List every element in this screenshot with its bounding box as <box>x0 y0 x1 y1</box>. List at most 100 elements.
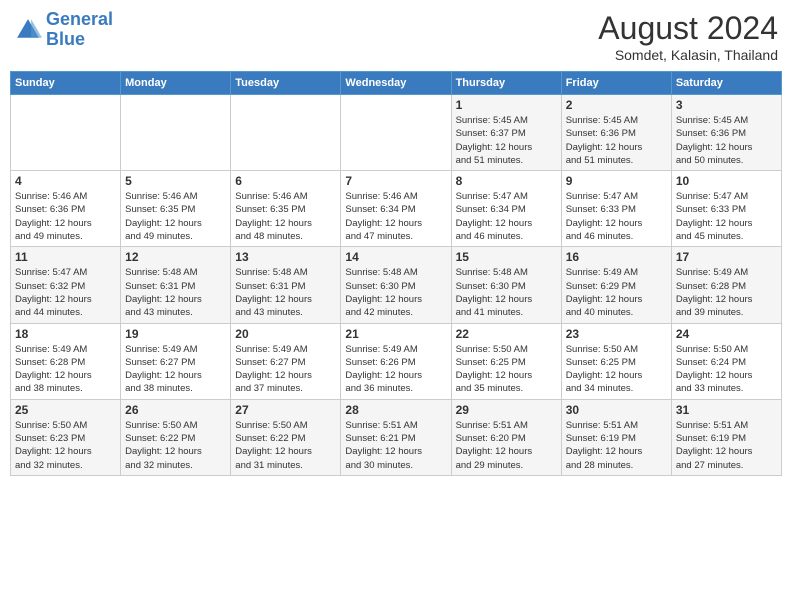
day-number: 7 <box>345 174 446 188</box>
calendar-cell: 16 Sunrise: 5:49 AM Sunset: 6:29 PM Dayli… <box>561 247 671 323</box>
day-number: 29 <box>456 403 557 417</box>
month-year: August 2024 <box>598 10 778 47</box>
calendar-cell: 24 Sunrise: 5:50 AM Sunset: 6:24 PM Dayli… <box>671 323 781 399</box>
day-of-week-header: Monday <box>121 72 231 95</box>
calendar-cell: 19Sunrise: 5:49 AM Sunset: 6:27 PM Dayli… <box>121 323 231 399</box>
calendar-cell <box>341 95 451 171</box>
day-info: Sunrise: 5:48 AM Sunset: 6:31 PM Dayligh… <box>235 266 336 319</box>
day-number: 12 <box>125 250 226 264</box>
day-info: Sunrise: 5:45 AM Sunset: 6:36 PM Dayligh… <box>566 114 667 167</box>
day-number: 3 <box>676 98 777 112</box>
day-number: 17 <box>676 250 777 264</box>
day-info: Sunrise: 5:50 AM Sunset: 6:23 PM Dayligh… <box>15 419 116 472</box>
day-number: 27 <box>235 403 336 417</box>
day-number: 20 <box>235 327 336 341</box>
days-of-week-row: SundayMondayTuesdayWednesdayThursdayFrid… <box>11 72 782 95</box>
day-number: 30 <box>566 403 667 417</box>
day-info: Sunrise: 5:47 AM Sunset: 6:33 PM Dayligh… <box>566 190 667 243</box>
day-number: 16 <box>566 250 667 264</box>
day-number: 14 <box>345 250 446 264</box>
day-info: Sunrise: 5:50 AM Sunset: 6:24 PM Dayligh… <box>676 343 777 396</box>
calendar-cell: 11 Sunrise: 5:47 AM Sunset: 6:32 PM Dayli… <box>11 247 121 323</box>
day-number: 23 <box>566 327 667 341</box>
calendar-cell: 2 Sunrise: 5:45 AM Sunset: 6:36 PM Daylig… <box>561 95 671 171</box>
day-number: 4 <box>15 174 116 188</box>
day-number: 25 <box>15 403 116 417</box>
day-number: 15 <box>456 250 557 264</box>
day-info: Sunrise: 5:50 AM Sunset: 6:22 PM Dayligh… <box>125 419 226 472</box>
day-number: 26 <box>125 403 226 417</box>
calendar-cell: 6Sunrise: 5:46 AM Sunset: 6:35 PM Daylig… <box>231 171 341 247</box>
day-number: 9 <box>566 174 667 188</box>
logo-line2: Blue <box>46 29 85 49</box>
day-info: Sunrise: 5:50 AM Sunset: 6:25 PM Dayligh… <box>566 343 667 396</box>
calendar-week-row: 25 Sunrise: 5:50 AM Sunset: 6:23 PM Dayli… <box>11 399 782 475</box>
day-of-week-header: Sunday <box>11 72 121 95</box>
day-number: 22 <box>456 327 557 341</box>
day-info: Sunrise: 5:50 AM Sunset: 6:25 PM Dayligh… <box>456 343 557 396</box>
day-info: Sunrise: 5:48 AM Sunset: 6:30 PM Dayligh… <box>345 266 446 319</box>
calendar-cell: 18Sunrise: 5:49 AM Sunset: 6:28 PM Dayli… <box>11 323 121 399</box>
day-info: Sunrise: 5:49 AM Sunset: 6:26 PM Dayligh… <box>345 343 446 396</box>
day-number: 19 <box>125 327 226 341</box>
calendar-cell: 23 Sunrise: 5:50 AM Sunset: 6:25 PM Dayli… <box>561 323 671 399</box>
day-info: Sunrise: 5:51 AM Sunset: 6:19 PM Dayligh… <box>566 419 667 472</box>
day-number: 2 <box>566 98 667 112</box>
calendar-cell <box>231 95 341 171</box>
calendar-cell: 26 Sunrise: 5:50 AM Sunset: 6:22 PM Dayli… <box>121 399 231 475</box>
location: Somdet, Kalasin, Thailand <box>598 47 778 63</box>
calendar-cell: 17 Sunrise: 5:49 AM Sunset: 6:28 PM Dayli… <box>671 247 781 323</box>
calendar-cell <box>121 95 231 171</box>
calendar-cell: 29 Sunrise: 5:51 AM Sunset: 6:20 PM Dayli… <box>451 399 561 475</box>
calendar-cell: 14 Sunrise: 5:48 AM Sunset: 6:30 PM Dayli… <box>341 247 451 323</box>
calendar-cell: 20Sunrise: 5:49 AM Sunset: 6:27 PM Dayli… <box>231 323 341 399</box>
calendar-cell: 12Sunrise: 5:48 AM Sunset: 6:31 PM Dayli… <box>121 247 231 323</box>
calendar-cell: 10 Sunrise: 5:47 AM Sunset: 6:33 PM Dayli… <box>671 171 781 247</box>
day-number: 28 <box>345 403 446 417</box>
logo-line1: General <box>46 9 113 29</box>
logo-text: General Blue <box>46 10 113 50</box>
calendar-week-row: 18Sunrise: 5:49 AM Sunset: 6:28 PM Dayli… <box>11 323 782 399</box>
calendar-cell: 9 Sunrise: 5:47 AM Sunset: 6:33 PM Daylig… <box>561 171 671 247</box>
day-info: Sunrise: 5:49 AM Sunset: 6:28 PM Dayligh… <box>676 266 777 319</box>
calendar-body: 1Sunrise: 5:45 AM Sunset: 6:37 PM Daylig… <box>11 95 782 476</box>
day-of-week-header: Saturday <box>671 72 781 95</box>
calendar-week-row: 4Sunrise: 5:46 AM Sunset: 6:36 PM Daylig… <box>11 171 782 247</box>
day-number: 5 <box>125 174 226 188</box>
day-info: Sunrise: 5:47 AM Sunset: 6:34 PM Dayligh… <box>456 190 557 243</box>
day-info: Sunrise: 5:49 AM Sunset: 6:29 PM Dayligh… <box>566 266 667 319</box>
calendar-cell: 4Sunrise: 5:46 AM Sunset: 6:36 PM Daylig… <box>11 171 121 247</box>
day-number: 10 <box>676 174 777 188</box>
day-info: Sunrise: 5:50 AM Sunset: 6:22 PM Dayligh… <box>235 419 336 472</box>
day-of-week-header: Thursday <box>451 72 561 95</box>
calendar-cell: 15 Sunrise: 5:48 AM Sunset: 6:30 PM Dayli… <box>451 247 561 323</box>
calendar-cell: 5 Sunrise: 5:46 AM Sunset: 6:35 PM Daylig… <box>121 171 231 247</box>
calendar-cell: 22 Sunrise: 5:50 AM Sunset: 6:25 PM Dayli… <box>451 323 561 399</box>
day-of-week-header: Tuesday <box>231 72 341 95</box>
day-number: 6 <box>235 174 336 188</box>
day-of-week-header: Friday <box>561 72 671 95</box>
day-info: Sunrise: 5:51 AM Sunset: 6:21 PM Dayligh… <box>345 419 446 472</box>
calendar-cell: 3 Sunrise: 5:45 AM Sunset: 6:36 PM Daylig… <box>671 95 781 171</box>
day-number: 11 <box>15 250 116 264</box>
day-number: 21 <box>345 327 446 341</box>
day-info: Sunrise: 5:47 AM Sunset: 6:33 PM Dayligh… <box>676 190 777 243</box>
calendar-cell: 21 Sunrise: 5:49 AM Sunset: 6:26 PM Dayli… <box>341 323 451 399</box>
calendar-cell: 8 Sunrise: 5:47 AM Sunset: 6:34 PM Daylig… <box>451 171 561 247</box>
page-header: General Blue August 2024 Somdet, Kalasin… <box>10 10 782 63</box>
calendar-cell: 30 Sunrise: 5:51 AM Sunset: 6:19 PM Dayli… <box>561 399 671 475</box>
day-info: Sunrise: 5:51 AM Sunset: 6:20 PM Dayligh… <box>456 419 557 472</box>
day-number: 8 <box>456 174 557 188</box>
calendar-week-row: 11 Sunrise: 5:47 AM Sunset: 6:32 PM Dayli… <box>11 247 782 323</box>
day-number: 13 <box>235 250 336 264</box>
day-number: 1 <box>456 98 557 112</box>
day-number: 24 <box>676 327 777 341</box>
calendar-cell: 7Sunrise: 5:46 AM Sunset: 6:34 PM Daylig… <box>341 171 451 247</box>
day-info: Sunrise: 5:45 AM Sunset: 6:36 PM Dayligh… <box>676 114 777 167</box>
day-info: Sunrise: 5:48 AM Sunset: 6:30 PM Dayligh… <box>456 266 557 319</box>
calendar-cell: 28 Sunrise: 5:51 AM Sunset: 6:21 PM Dayli… <box>341 399 451 475</box>
day-info: Sunrise: 5:46 AM Sunset: 6:35 PM Dayligh… <box>125 190 226 243</box>
day-info: Sunrise: 5:47 AM Sunset: 6:32 PM Dayligh… <box>15 266 116 319</box>
title-block: August 2024 Somdet, Kalasin, Thailand <box>598 10 778 63</box>
calendar-cell: 27 Sunrise: 5:50 AM Sunset: 6:22 PM Dayli… <box>231 399 341 475</box>
